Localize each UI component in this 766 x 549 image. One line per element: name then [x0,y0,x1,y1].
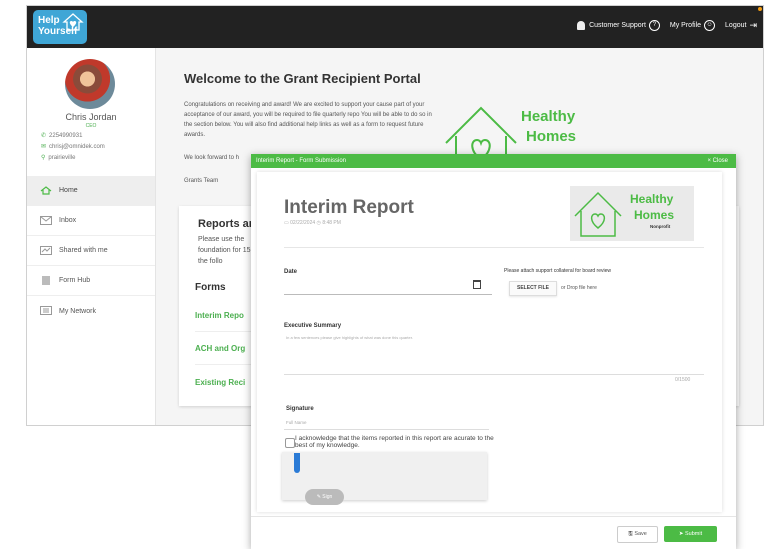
logout-label: Logout [725,22,747,29]
sidebar-item-shared-with-me[interactable]: Shared with me [27,236,155,266]
profile-role: CEO [85,123,97,129]
location-text: prairieville [48,155,76,161]
save-icon: 🖫 [628,531,633,537]
notification-dot [758,7,762,11]
report-title: Interim Report [284,197,414,218]
profile-location: ⚲ prairieville [41,154,75,161]
executive-summary-label: Executive Summary [284,323,342,329]
acknowledge-checkbox[interactable] [285,438,295,448]
reports-heading: Reports an [198,218,256,230]
sidebar-item-my-network[interactable]: My Network [27,296,155,326]
help-icon: ? [648,20,660,31]
submit-button[interactable]: ➤ Submit [664,526,717,542]
drop-file-text: or Drop file here [561,285,597,291]
my-profile-label: My Profile [669,22,702,29]
avatar[interactable] [65,59,115,109]
send-icon: ➤ [678,531,684,537]
page-title: Welcome to the Grant Recipient Portal [184,71,421,86]
sidebar-item-label: Form Hub [59,277,91,284]
user-icon: ☺ [704,20,716,31]
sidebar-item-home[interactable]: Home [27,176,155,206]
modal-header: Interim Report - Form Submission × Close [251,154,736,168]
forms-heading: Forms [195,282,226,293]
location-pin-icon: ⚲ [41,155,46,161]
report-form: Interim Report ▭ 02/22/2024 ◷ 8:48 PM He… [257,172,722,512]
brand-line2: Homes [526,128,577,145]
form-link-existing-recipient[interactable]: Existing Reci [195,378,255,387]
intro-text: Congratulations on receiving and award! … [184,102,432,138]
form-link-interim-report[interactable]: Interim Repo [195,311,255,320]
full-name-input[interactable]: Full Name [286,420,307,425]
shared-icon [40,246,52,255]
logout-icon: ⇥ [749,20,757,30]
sidebar-item-label: My Network [59,307,96,315]
my-profile-link[interactable]: My Profile ☺ [669,20,716,31]
top-nav: Customer Support ? My Profile ☺ Logout ⇥ [577,20,757,31]
pen-marker-icon [294,453,300,473]
sidebar-item-inbox[interactable]: Inbox [27,206,155,236]
report-date: 02/22/2024 [290,220,316,226]
network-icon [40,306,52,315]
date-label: Date [284,269,298,275]
form-icon [42,276,50,285]
email-text: chrisj@omnidek.com [49,144,105,150]
executive-summary-input[interactable]: In a few sentences please give highlight… [286,335,413,340]
sidebar: Chris Jordan CEO ✆ 2254990931 ✉ chrisj@omn… [27,48,156,425]
save-button-label: Save [634,531,647,537]
home-icon [40,186,52,195]
mail-icon: ✉ [41,144,47,150]
brand-line1: Healthy [521,108,576,125]
signoff-text: Grants Team [184,178,219,184]
report-time: 8:48 PM [322,220,341,226]
executive-summary-underline [284,374,704,375]
save-button[interactable]: 🖫 Save [617,526,658,543]
bell-icon[interactable] [577,21,586,30]
sidebar-item-label: Home [59,187,78,194]
acknowledge-text: I acknowledge that the items reported in… [295,435,494,449]
char-counter: 0/1500 [675,377,691,383]
customer-support-label: Customer Support [589,22,646,29]
sign-button[interactable]: ✎ Sign [305,489,344,505]
form-link-ach[interactable]: ACH and Org [195,344,255,353]
full-name-underline [284,429,489,430]
sidebar-item-label: Inbox [59,217,77,224]
clock-icon: ◷ [316,220,321,226]
pen-icon: ✎ [316,494,321,500]
modal-title: Interim Report - Form Submission [256,158,347,164]
inbox-icon [40,216,52,225]
profile-phone: ✆ 2254990931 [41,132,82,139]
sidebar-item-form-hub[interactable]: Form Hub [27,266,155,296]
top-bar: Help Yourself Customer Support ? My Prof… [27,6,763,48]
attach-label: Please attach support collateral for boa… [504,268,612,274]
logout-link[interactable]: Logout ⇥ [725,20,757,31]
brand-tag: Nonprofit [650,224,671,229]
modal-footer: 🖫 Save ➤ Submit [251,516,736,549]
profile-email[interactable]: ✉ chrisj@omnidek.com [41,143,105,150]
profile-name: Chris Jordan [65,112,117,122]
logo-emblem-icon [62,13,84,31]
sidebar-item-label: Shared with me [59,247,108,254]
signature-label: Signature [286,406,314,412]
divider [284,247,704,248]
calendar-icon[interactable] [473,280,481,289]
select-file-button[interactable]: SELECT FILE [509,281,557,296]
phone-text: 2254990931 [49,133,83,139]
date-input[interactable] [284,294,492,295]
look-forward-text: We look forward to h [184,155,239,161]
brand-line2: Homes [634,208,675,222]
report-timestamp: ▭ 02/22/2024 ◷ 8:48 PM [284,220,341,226]
brand-line1: Healthy [630,192,674,206]
phone-icon: ✆ [41,133,47,139]
calendar-small-icon: ▭ [284,220,289,226]
sign-button-label: Sign [322,494,333,500]
submit-button-label: Submit [685,531,703,537]
interim-report-modal: Interim Report - Form Submission × Close… [251,154,736,549]
customer-support-link[interactable]: Customer Support ? [577,20,660,31]
healthy-homes-logo: Healthy Homes Nonprofit [570,186,694,241]
modal-close-button[interactable]: × Close [707,154,728,168]
help-yourself-logo[interactable]: Help Yourself [33,10,87,44]
